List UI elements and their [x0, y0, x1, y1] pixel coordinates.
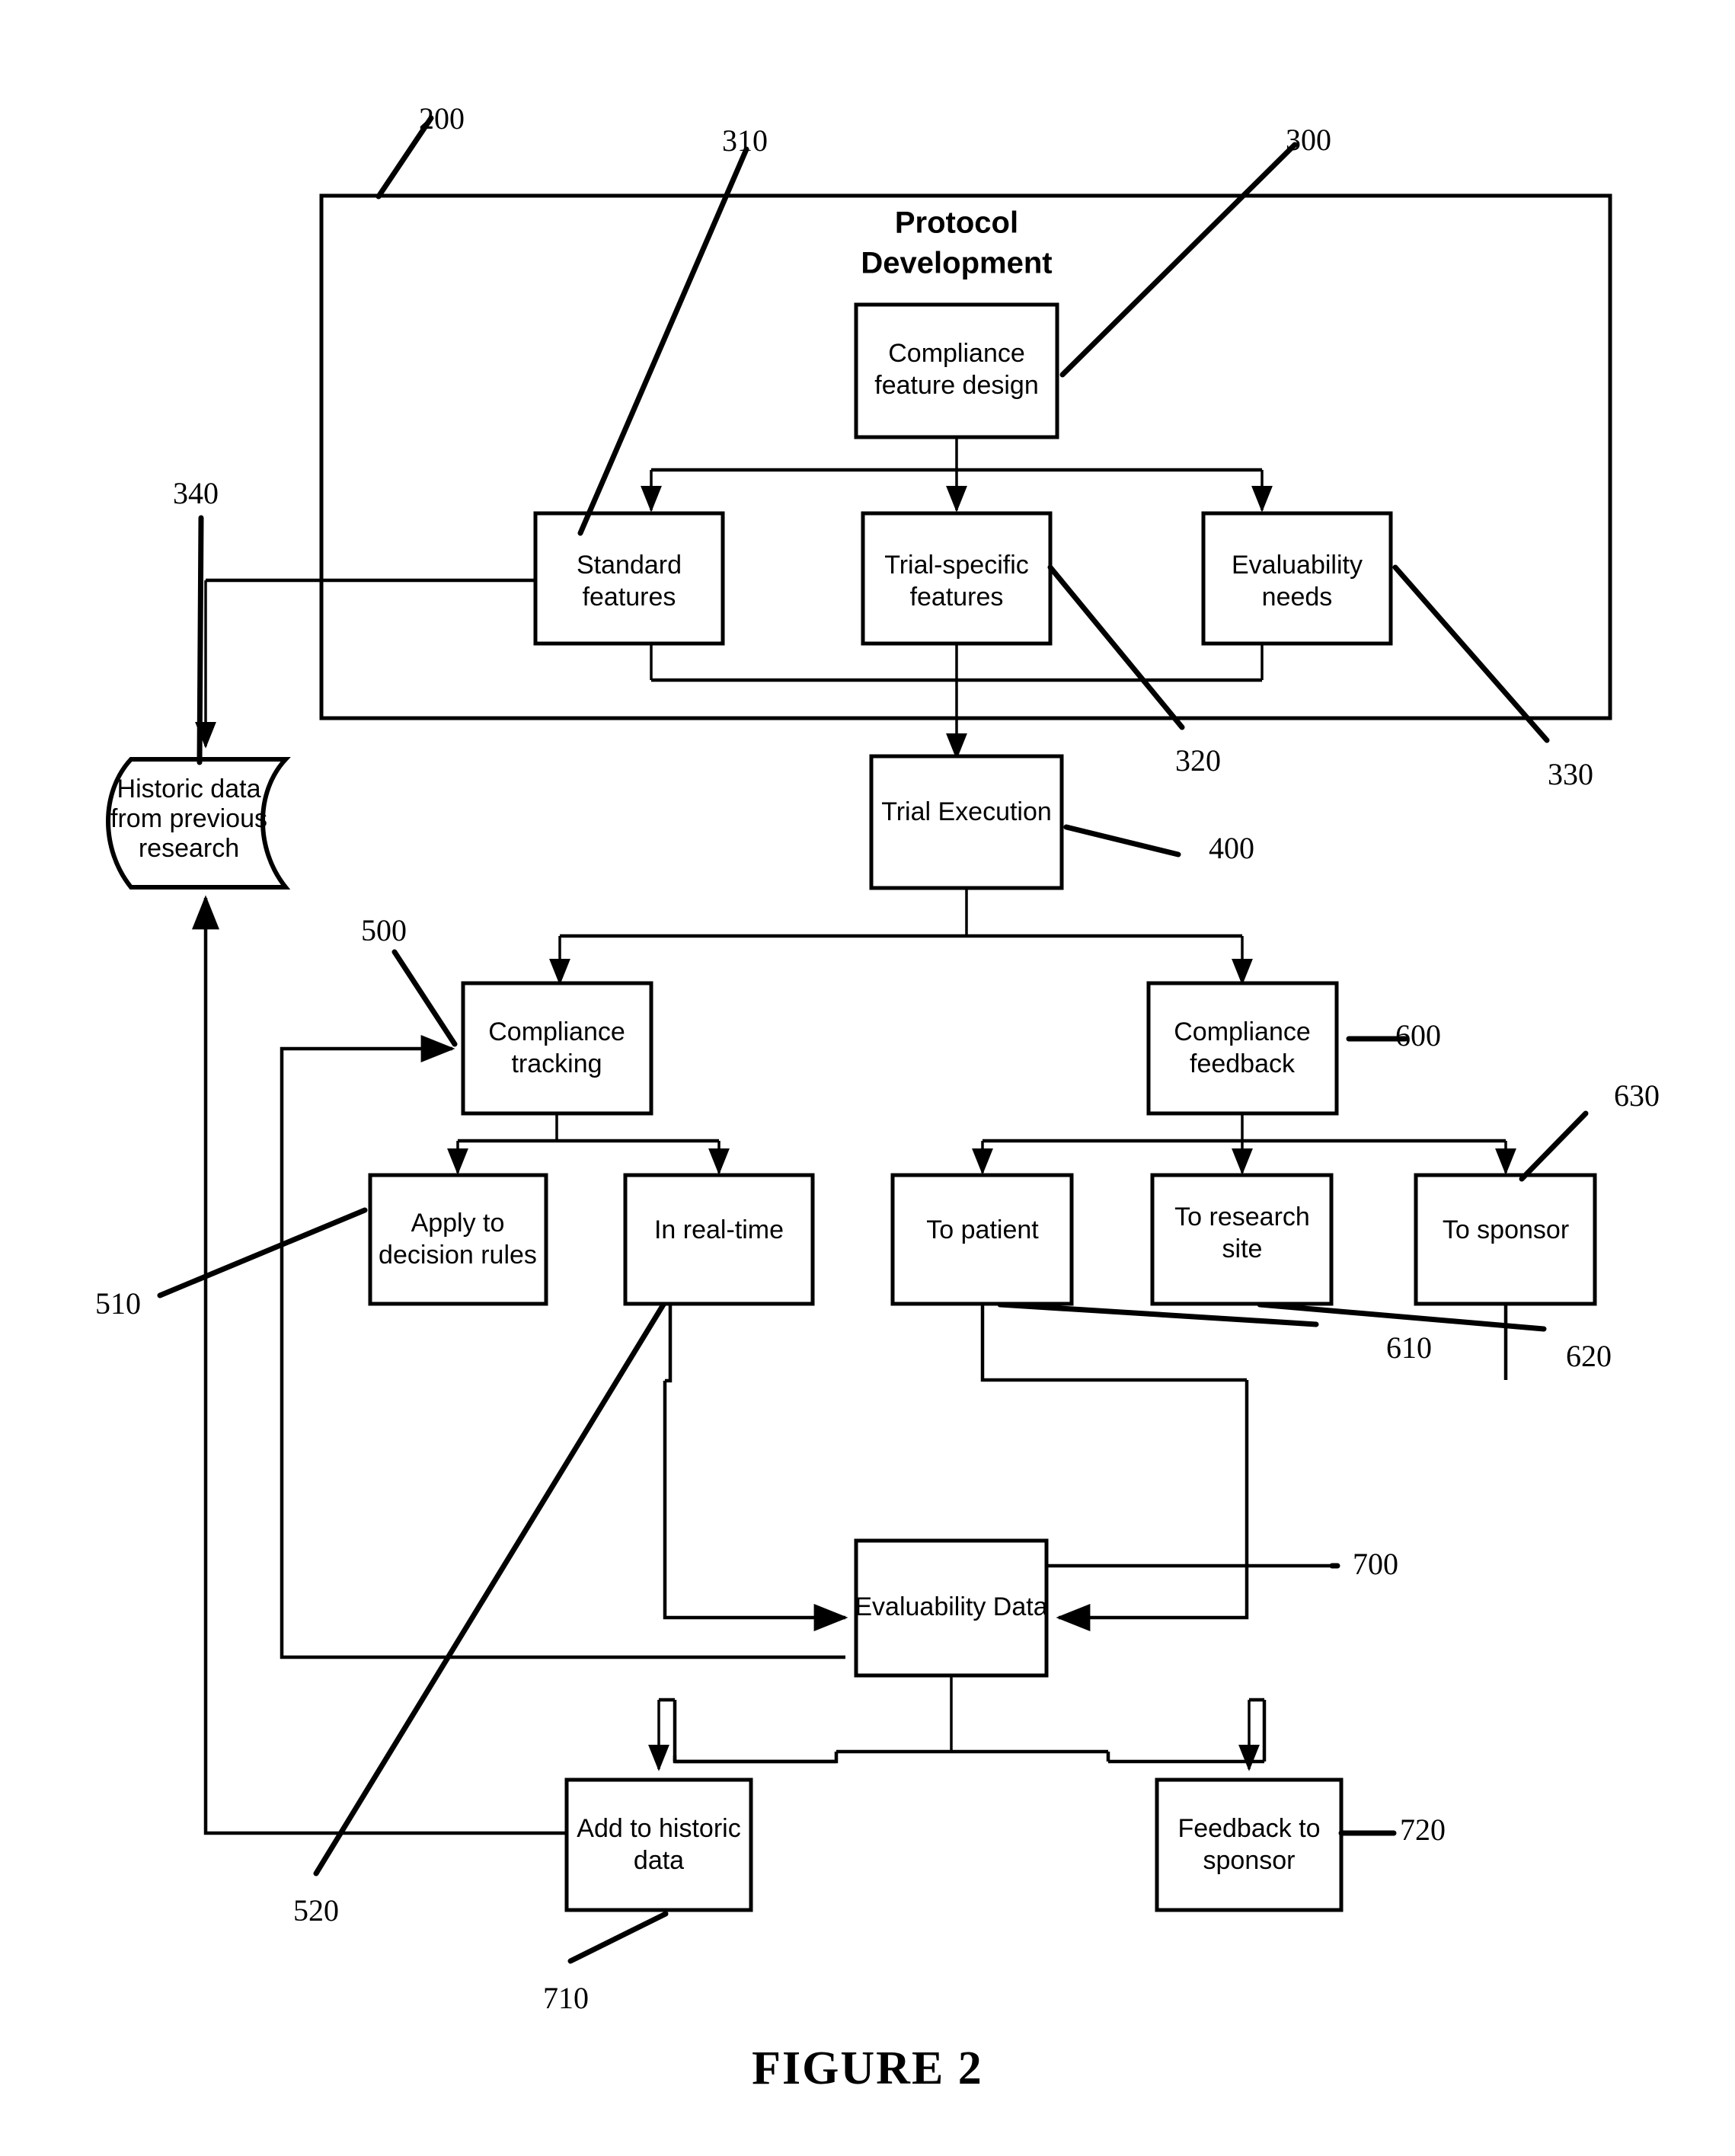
to-sponsor-line1: To sponsor — [1443, 1215, 1569, 1244]
apply-decision-rules-line1: Apply to — [411, 1209, 505, 1238]
ref-600: 600 — [1395, 1018, 1441, 1052]
evaluability-needs-line2: needs — [1262, 583, 1333, 612]
in-real-time-line1: In real-time — [654, 1215, 784, 1244]
add-to-historic-data-line1: Add to historic — [577, 1814, 740, 1843]
ref-630: 630 — [1614, 1078, 1660, 1113]
ref-700: 700 — [1353, 1547, 1398, 1581]
leader-400 — [1063, 824, 1181, 858]
flowchart-svg: Protocol Development Historic data from … — [95, 101, 1660, 2094]
leader-300 — [1059, 142, 1298, 378]
add-to-historic-data-line2: data — [634, 1846, 684, 1875]
ref-300: 300 — [1286, 123, 1331, 157]
compliance-tracking-line1: Compliance — [488, 1017, 625, 1046]
leader-320 — [1047, 564, 1185, 730]
container-title-line1: Protocol — [895, 206, 1018, 240]
ref-510: 510 — [95, 1286, 141, 1321]
standard-features-line2: features — [583, 583, 676, 612]
node-add-to-historic-data — [564, 1778, 753, 1912]
feedback-to-sponsor-line2: sponsor — [1203, 1846, 1296, 1875]
trial-specific-features-line1: Trial-specific — [884, 551, 1029, 580]
ref-520: 520 — [293, 1893, 339, 1928]
evaluability-needs-line1: Evaluability — [1232, 551, 1363, 580]
compliance-feedback-line2: feedback — [1190, 1049, 1296, 1078]
to-research-site-line1: To research — [1174, 1203, 1310, 1231]
to-patient-line1: To patient — [926, 1215, 1039, 1244]
ref-710: 710 — [543, 1981, 589, 2015]
leader-500 — [391, 949, 458, 1047]
edge-realtime-down-stub — [665, 1304, 673, 1383]
trial-execution-line1: Trial Execution — [881, 797, 1052, 826]
compliance-feature-design-line2: feature design — [874, 371, 1039, 400]
leader-510 — [157, 1207, 368, 1298]
ref-340: 340 — [173, 476, 219, 510]
container-title-line2: Development — [861, 247, 1052, 280]
evaluability-data-line1: Evaluability Data — [855, 1592, 1047, 1621]
compliance-feature-design-line1: Compliance — [888, 339, 1025, 368]
edge-realtime-to-evaluability — [663, 1381, 848, 1631]
leader-310 — [577, 146, 749, 536]
compliance-feedback-line1: Compliance — [1174, 1017, 1311, 1046]
standard-features-line1: Standard — [577, 551, 682, 580]
feedback-to-sponsor-line1: Feedback to — [1177, 1814, 1320, 1843]
ref-500: 500 — [361, 913, 407, 947]
edge-patient-to-evaluability — [1056, 1380, 1249, 1631]
node-feedback-to-sponsor — [1155, 1778, 1344, 1912]
node-compliance-feedback — [1146, 981, 1339, 1116]
leader-710 — [567, 1911, 669, 1964]
ref-200: 200 — [419, 101, 465, 136]
apply-decision-rules-line2: decision rules — [379, 1241, 537, 1270]
to-research-site-line2: site — [1222, 1235, 1263, 1263]
node-apply-decision-rules — [368, 1173, 548, 1306]
ref-330: 330 — [1548, 757, 1593, 791]
historic-data-line2: from previous — [110, 804, 267, 833]
ref-620: 620 — [1566, 1339, 1612, 1373]
compliance-tracking-line2: tracking — [511, 1049, 602, 1078]
ref-310: 310 — [722, 123, 768, 158]
patent-figure-page: Protocol Development Historic data from … — [0, 0, 1735, 2156]
ref-400: 400 — [1209, 831, 1254, 865]
figure-caption: FIGURE 2 — [752, 2043, 983, 2094]
leader-630 — [1519, 1110, 1589, 1182]
leader-340 — [197, 515, 204, 765]
leader-330 — [1392, 564, 1550, 743]
ref-320: 320 — [1175, 743, 1221, 778]
historic-data-line3: research — [139, 834, 239, 863]
trial-specific-features-line2: features — [910, 583, 1004, 612]
ref-610: 610 — [1386, 1330, 1432, 1365]
node-compliance-tracking — [461, 981, 653, 1116]
ref-720: 720 — [1400, 1813, 1446, 1847]
historic-data-line1: Historic data — [117, 775, 261, 803]
